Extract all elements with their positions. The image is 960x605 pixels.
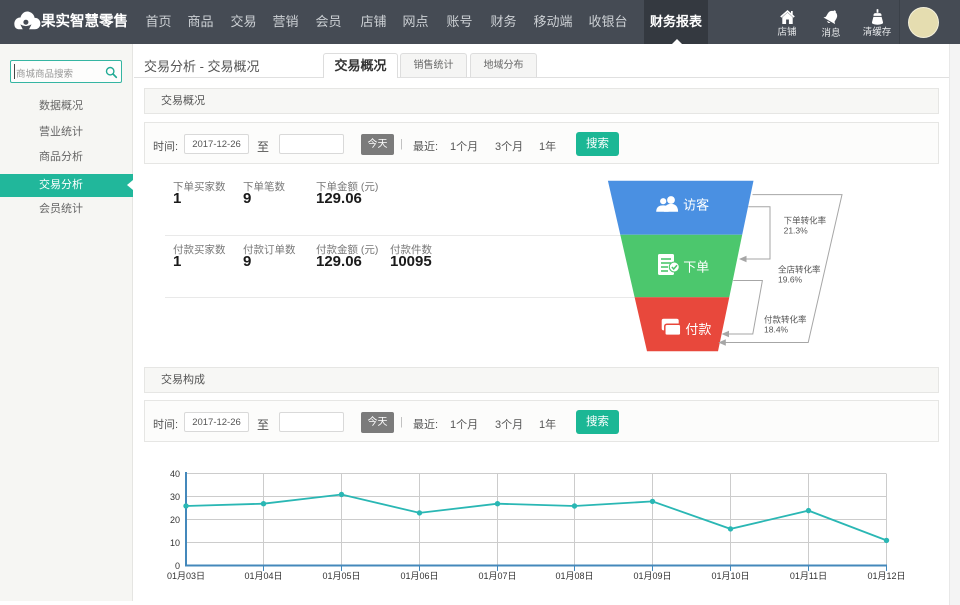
svg-text:下单转化率: 下单转化率 [784,216,827,226]
svg-text:01月05日: 01月05日 [322,571,360,581]
svg-text:0: 0 [175,561,180,571]
svg-text:21.3%: 21.3% [784,226,809,236]
svg-text:付款: 付款 [685,322,711,337]
svg-text:01月09日: 01月09日 [633,571,671,581]
svg-text:40: 40 [170,469,180,479]
svg-text:01月10日: 01月10日 [711,571,749,581]
svg-text:下单: 下单 [683,260,709,275]
svg-text:19.6%: 19.6% [778,275,803,285]
svg-text:01月07日: 01月07日 [478,571,516,581]
svg-text:01月08日: 01月08日 [555,571,593,581]
svg-text:全店转化率: 全店转化率 [778,265,821,275]
svg-text:01月12日: 01月12日 [867,571,905,581]
svg-text:01月04日: 01月04日 [244,571,282,581]
svg-text:20: 20 [170,515,180,525]
svg-text:01月06日: 01月06日 [400,571,438,581]
svg-text:01月03日: 01月03日 [167,571,205,581]
svg-text:18.4%: 18.4% [764,325,789,335]
svg-text:01月11日: 01月11日 [790,571,827,581]
svg-text:付款转化率: 付款转化率 [764,315,807,325]
svg-text:10: 10 [170,538,180,548]
svg-text:访客: 访客 [683,198,709,213]
svg-text:30: 30 [170,492,180,502]
